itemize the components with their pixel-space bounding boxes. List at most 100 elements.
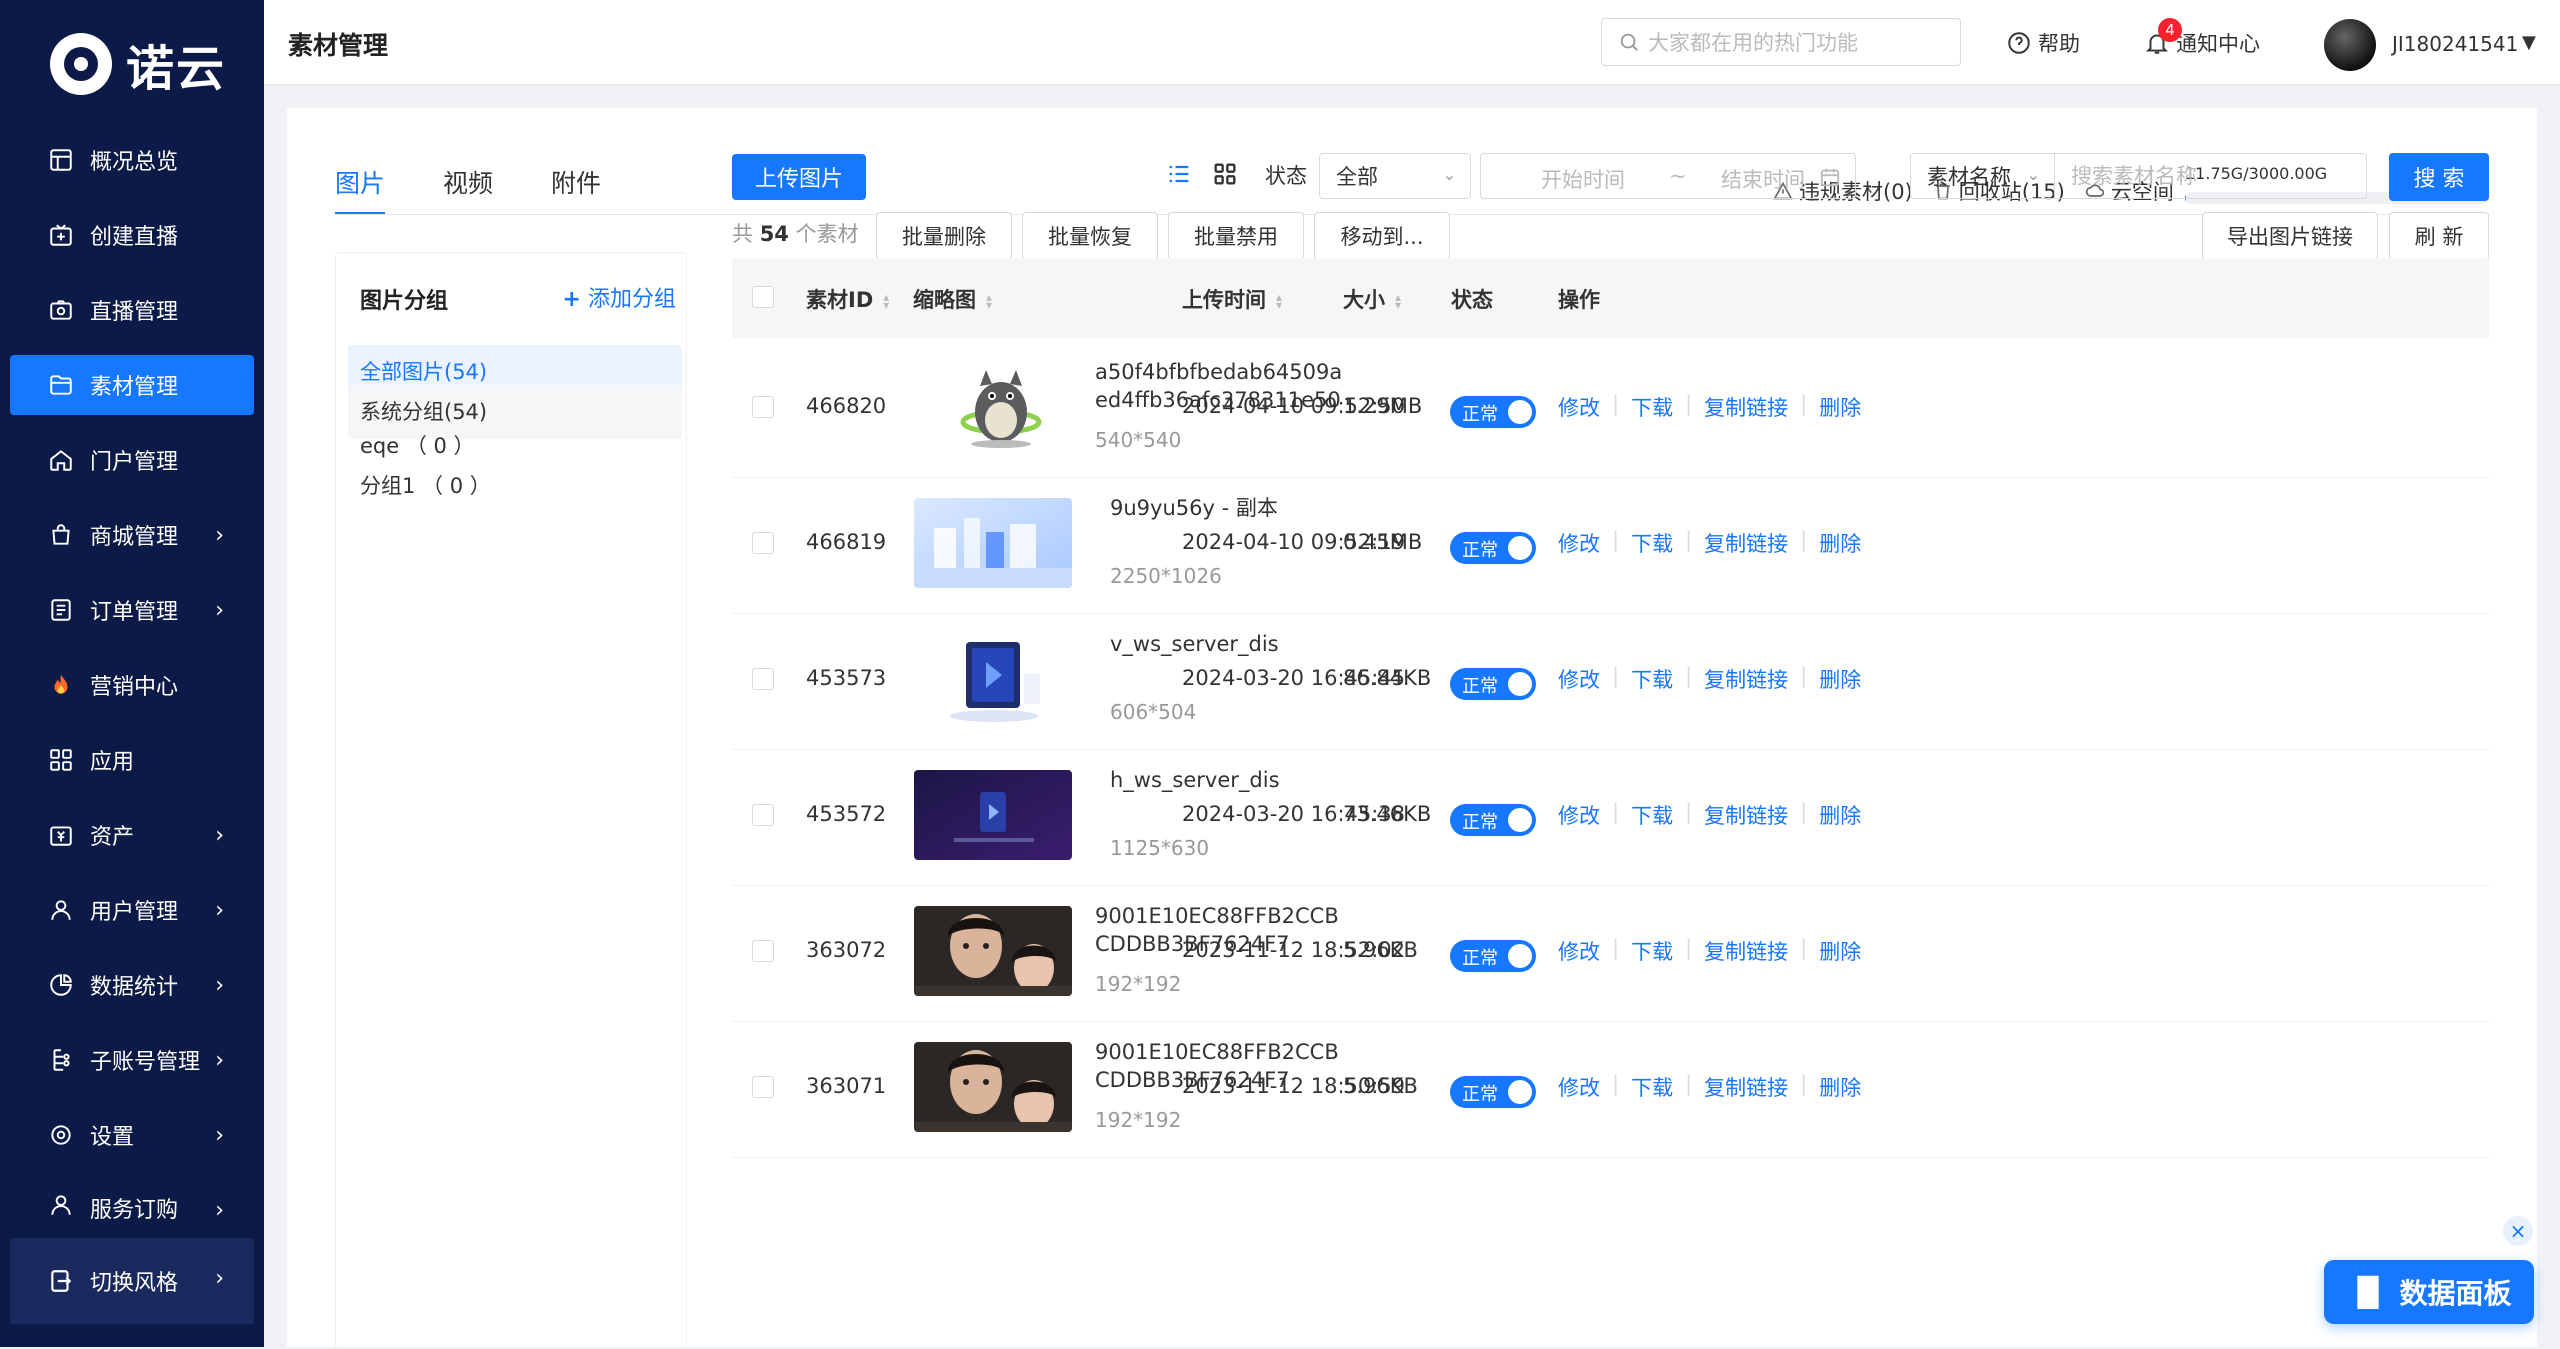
username[interactable]: JI180241541: [2392, 32, 2518, 56]
sidebar-item-5[interactable]: 商城管理 ›: [10, 505, 254, 565]
row-checkbox[interactable]: [752, 940, 774, 962]
thumbnail[interactable]: [914, 1042, 1072, 1132]
select-all-checkbox[interactable]: [752, 286, 774, 308]
row-checkbox[interactable]: [752, 396, 774, 418]
edit-link[interactable]: 修改: [1558, 392, 1600, 422]
delete-link[interactable]: 删除: [1819, 392, 1861, 422]
status-toggle[interactable]: 正常: [1450, 532, 1536, 564]
search-button[interactable]: 搜 索: [2389, 153, 2489, 201]
sort-icon: ▴ ▾: [1276, 290, 1283, 312]
thumbnail[interactable]: [914, 634, 1072, 724]
delete-link[interactable]: 删除: [1819, 800, 1861, 830]
data-panel-button[interactable]: ▐▌ 数据面板: [2324, 1260, 2534, 1324]
sidebar-item-13[interactable]: 设置 ›: [10, 1105, 254, 1165]
brand-logo[interactable]: 诺云: [50, 28, 226, 100]
start-date-field[interactable]: 开始时间: [1541, 164, 1625, 194]
avatar[interactable]: [2324, 19, 2376, 71]
status-toggle[interactable]: 正常: [1450, 804, 1536, 836]
copy-link[interactable]: 复制链接: [1704, 1072, 1788, 1102]
download-link[interactable]: 下载: [1631, 392, 1673, 422]
notification-center[interactable]: 4 通知中心: [2144, 18, 2260, 58]
switch-style-button[interactable]: 切换风格 ›: [10, 1238, 254, 1324]
sidebar-item-12[interactable]: 子账号管理 ›: [10, 1030, 254, 1090]
thumbnail[interactable]: [922, 362, 1080, 452]
batch-delete-button[interactable]: 批量删除: [876, 212, 1012, 260]
upload-image-button[interactable]: 上传图片: [732, 154, 866, 200]
row-checkbox[interactable]: [752, 668, 774, 690]
export-links-button[interactable]: 导出图片链接: [2202, 212, 2378, 260]
download-link[interactable]: 下载: [1631, 800, 1673, 830]
header-id[interactable]: 素材ID ▴ ▾: [806, 284, 889, 314]
help-link[interactable]: 帮助: [2006, 28, 2080, 58]
close-data-panel-button[interactable]: ×: [2503, 1216, 2533, 1246]
grid-view-icon[interactable]: [1211, 160, 1239, 188]
tab-attachments[interactable]: 附件: [551, 164, 601, 212]
row-checkbox[interactable]: [752, 804, 774, 826]
sidebar-item-label: 门户管理: [90, 450, 179, 475]
header-size[interactable]: 大小 ▴ ▾: [1343, 284, 1401, 314]
list-view-icon[interactable]: [1165, 160, 1193, 188]
sidebar-item-1[interactable]: 创建直播: [10, 205, 254, 265]
delete-link[interactable]: 删除: [1819, 936, 1861, 966]
copy-link[interactable]: 复制链接: [1704, 800, 1788, 830]
header-upload-time[interactable]: 上传时间 ▴ ▾: [1182, 284, 1282, 314]
delete-link[interactable]: 删除: [1819, 528, 1861, 558]
tab-images[interactable]: 图片: [335, 164, 386, 215]
thumbnail[interactable]: [914, 906, 1072, 996]
sidebar-item-7[interactable]: 营销中心: [10, 655, 254, 715]
copy-link[interactable]: 复制链接: [1704, 392, 1788, 422]
end-date-field[interactable]: 结束时间: [1721, 164, 1805, 194]
edit-link[interactable]: 修改: [1558, 528, 1600, 558]
material-id: 363071: [806, 1074, 887, 1098]
batch-disable-button[interactable]: 批量禁用: [1168, 212, 1304, 260]
download-link[interactable]: 下载: [1631, 936, 1673, 966]
edit-link[interactable]: 修改: [1558, 664, 1600, 694]
status-toggle[interactable]: 正常: [1450, 1076, 1536, 1108]
row-checkbox[interactable]: [752, 532, 774, 554]
status-toggle[interactable]: 正常: [1450, 396, 1536, 428]
status-toggle[interactable]: 正常: [1450, 940, 1536, 972]
date-range-picker[interactable]: 开始时间 ~ 结束时间: [1480, 153, 1856, 199]
sidebar-item-4[interactable]: 门户管理: [10, 430, 254, 490]
group-item-group1[interactable]: 分组1 （ 0 ）: [348, 459, 682, 513]
sidebar-item-9[interactable]: 资产 ›: [10, 805, 254, 865]
refresh-button[interactable]: 刷 新: [2389, 212, 2489, 260]
chevron-right-icon: ›: [215, 1198, 224, 1220]
search-icon: [1620, 33, 1638, 51]
sidebar-item-11[interactable]: 数据统计 ›: [10, 955, 254, 1015]
row-checkbox[interactable]: [752, 1076, 774, 1098]
move-to-button[interactable]: 移动到...: [1314, 212, 1450, 260]
caret-down-icon[interactable]: ▼: [2522, 32, 2536, 53]
sidebar-item-3[interactable]: 素材管理: [10, 355, 254, 415]
search-field-select[interactable]: 素材名称 ⌄: [1910, 153, 2055, 199]
status-toggle[interactable]: 正常: [1450, 668, 1536, 700]
header-thumbnail[interactable]: 缩略图 ▴ ▾: [913, 284, 992, 314]
download-link[interactable]: 下载: [1631, 664, 1673, 694]
sidebar-item-6[interactable]: 订单管理 ›: [10, 580, 254, 640]
edit-link[interactable]: 修改: [1558, 1072, 1600, 1102]
add-group-button[interactable]: + 添加分组: [563, 281, 676, 313]
thumbnail-image: [914, 906, 1072, 996]
status-filter-select[interactable]: 全部 ⌄: [1319, 153, 1471, 199]
status-filter-label: 状态: [1265, 164, 1307, 188]
tab-videos[interactable]: 视频: [443, 164, 493, 212]
thumbnail[interactable]: [914, 498, 1072, 588]
delete-link[interactable]: 删除: [1819, 1072, 1861, 1102]
material-search-input[interactable]: 搜索素材名称: [2055, 153, 2367, 199]
feature-search-input[interactable]: 大家都在用的热门功能: [1601, 18, 1961, 66]
edit-link[interactable]: 修改: [1558, 800, 1600, 830]
sidebar-item-10[interactable]: 用户管理 ›: [10, 880, 254, 940]
download-link[interactable]: 下载: [1631, 1072, 1673, 1102]
download-link[interactable]: 下载: [1631, 528, 1673, 558]
sidebar-item-0[interactable]: 概况总览: [10, 130, 254, 190]
thumbnail[interactable]: [914, 770, 1072, 860]
copy-link[interactable]: 复制链接: [1704, 664, 1788, 694]
copy-link[interactable]: 复制链接: [1704, 936, 1788, 966]
copy-link[interactable]: 复制链接: [1704, 528, 1788, 558]
sidebar-item-2[interactable]: 直播管理: [10, 280, 254, 340]
edit-link[interactable]: 修改: [1558, 936, 1600, 966]
sidebar-item-8[interactable]: 应用: [10, 730, 254, 790]
sidebar-item-14[interactable]: 服务订购 ›: [10, 1180, 254, 1220]
delete-link[interactable]: 删除: [1819, 664, 1861, 694]
batch-restore-button[interactable]: 批量恢复: [1022, 212, 1158, 260]
